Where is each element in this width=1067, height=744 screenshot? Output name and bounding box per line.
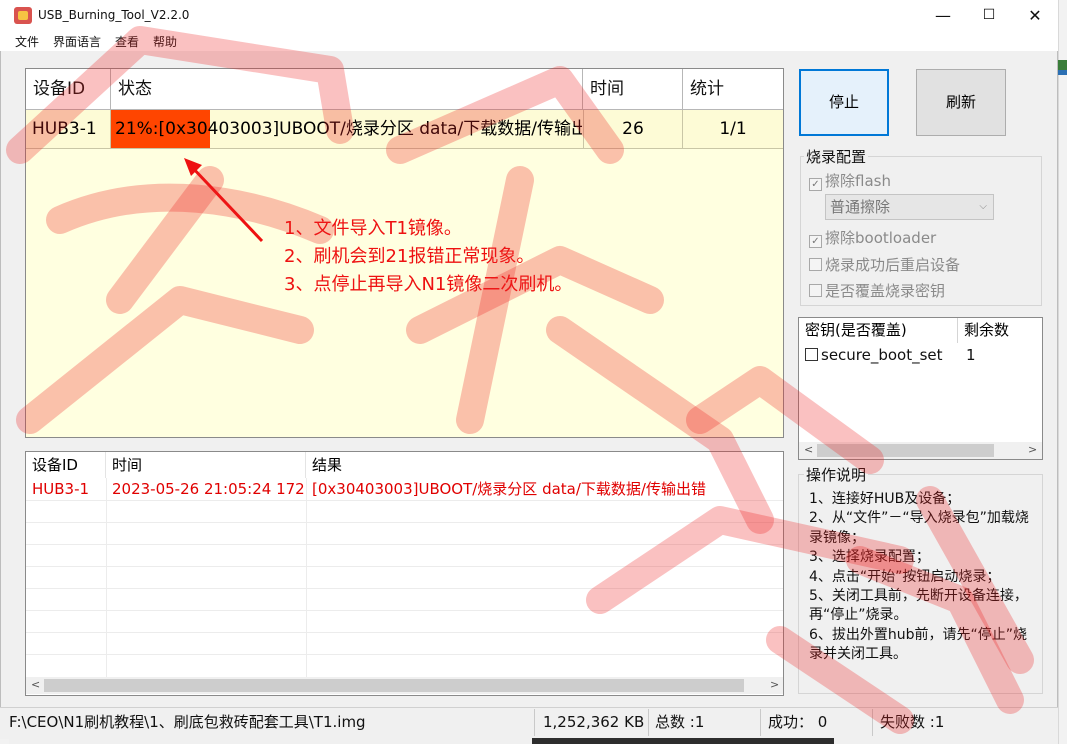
close-button[interactable]: ✕	[1012, 0, 1058, 31]
log-time: 2023-05-26 21:05:24 172	[112, 480, 305, 498]
overwrite-key-label: 是否覆盖烧录密钥	[825, 282, 946, 300]
log-row-divider	[26, 500, 783, 501]
menu-file[interactable]: 文件	[15, 33, 39, 50]
erase-flash-checkbox[interactable]: ✓ 擦除flash	[809, 170, 891, 191]
column-header-status[interactable]: 状态	[111, 69, 583, 109]
refresh-button[interactable]: 刷新	[916, 69, 1006, 136]
erase-flash-label: 擦除flash	[825, 172, 891, 190]
status-size: 1,252,362 KB	[543, 713, 645, 731]
log-column-divider	[106, 478, 107, 678]
app-icon	[14, 7, 32, 24]
column-header-time[interactable]: 时间	[583, 69, 683, 109]
scrollbar-thumb[interactable]	[817, 444, 994, 457]
stats-cell: 1/1	[719, 119, 747, 139]
column-header-device-id[interactable]: 设备ID	[26, 69, 111, 109]
key-remaining: 1	[966, 346, 976, 364]
desktop-edge-right	[1058, 0, 1067, 744]
stop-button[interactable]: 停止	[799, 69, 889, 136]
status-divider	[534, 709, 535, 736]
log-row-divider	[26, 632, 783, 633]
burn-config-label: 烧录配置	[804, 146, 869, 167]
log-row-divider	[26, 654, 783, 655]
device-id-cell: HUB3-1	[26, 110, 111, 148]
log-header-device-id[interactable]: 设备ID	[26, 452, 106, 478]
log-row-divider	[26, 588, 783, 589]
log-header-time[interactable]: 时间	[106, 452, 306, 478]
column-header-remaining[interactable]: 剩余数	[958, 318, 1042, 343]
scroll-right-icon[interactable]: >	[1028, 443, 1037, 456]
log-row-divider	[26, 522, 783, 523]
erase-mode-select[interactable]: 普通擦除 ⌵	[825, 194, 994, 220]
status-divider	[760, 709, 761, 736]
log-column-divider	[306, 478, 307, 678]
annotation-line-1: 1、文件导入T1镜像。	[284, 218, 462, 239]
column-header-stats[interactable]: 统计	[683, 69, 783, 109]
log-device-id: HUB3-1	[32, 480, 90, 498]
status-divider	[648, 709, 649, 736]
status-cell: 21%:[0x30403003]UBOOT/烧录分区 data/下载数据/传输出…	[115, 119, 582, 139]
menu-language[interactable]: 界面语言	[53, 33, 101, 50]
erase-mode-value: 普通擦除	[830, 198, 891, 216]
status-fail: 失败数 :1	[880, 713, 945, 731]
key-list-scrollbar[interactable]: < >	[799, 442, 1042, 459]
scroll-left-icon[interactable]: <	[804, 443, 813, 456]
scroll-left-icon[interactable]: <	[31, 678, 40, 691]
annotation-line-2: 2、刷机会到21报错正常现象。	[284, 246, 535, 267]
log-header-result[interactable]: 结果	[306, 452, 783, 478]
key-checkbox[interactable]	[805, 348, 818, 361]
scroll-right-icon[interactable]: >	[770, 678, 779, 691]
status-divider	[872, 709, 873, 736]
overwrite-key-checkbox[interactable]: 是否覆盖烧录密钥	[809, 280, 945, 301]
status-success: 成功： 0	[768, 713, 828, 731]
log-row-divider	[26, 566, 783, 567]
time-cell: 26	[583, 110, 683, 148]
instructions-label: 操作说明	[804, 464, 869, 485]
minimize-button[interactable]: —	[920, 0, 966, 31]
status-total: 总数 :1	[655, 713, 705, 731]
maximize-button[interactable]: ☐	[966, 0, 1012, 31]
erase-bootloader-label: 擦除bootloader	[825, 229, 937, 247]
status-path: F:\CEO\N1刷机教程\1、刷底包救砖配套工具\T1.img	[9, 713, 366, 731]
check-icon: ✓	[809, 178, 822, 191]
key-name: secure_boot_set	[821, 346, 943, 364]
scrollbar-thumb[interactable]	[44, 679, 744, 692]
reboot-after-label: 烧录成功后重启设备	[825, 256, 961, 274]
log-row-divider	[26, 610, 783, 611]
annotation-arrow	[184, 158, 264, 243]
instructions-text: 1、连接好HUB及设备； 2、从“文件”－“导入烧录包”加载烧录镜像； 3、选择…	[809, 491, 1029, 663]
key-row[interactable]: secure_boot_set	[805, 344, 943, 366]
menu-help[interactable]: 帮助	[153, 33, 177, 50]
annotation-line-3: 3、点停止再导入N1镜像二次刷机。	[284, 274, 573, 295]
reboot-after-checkbox[interactable]: 烧录成功后重启设备	[809, 254, 960, 275]
desktop-window-fragment	[1058, 70, 1067, 75]
chevron-down-icon: ⌵	[979, 201, 987, 212]
log-row-divider	[26, 544, 783, 545]
taskbar-fragment	[532, 738, 834, 744]
menu-view[interactable]: 查看	[115, 33, 139, 50]
log-scrollbar[interactable]: < >	[26, 677, 783, 694]
log-result: [0x30403003]UBOOT/烧录分区 data/下载数据/传输出错	[312, 480, 706, 498]
window-title: USB_Burning_Tool_V2.2.0	[38, 8, 190, 22]
erase-bootloader-checkbox[interactable]: ✓ 擦除bootloader	[809, 227, 936, 248]
column-header-key[interactable]: 密钥(是否覆盖)	[799, 318, 958, 343]
check-icon: ✓	[809, 235, 822, 248]
